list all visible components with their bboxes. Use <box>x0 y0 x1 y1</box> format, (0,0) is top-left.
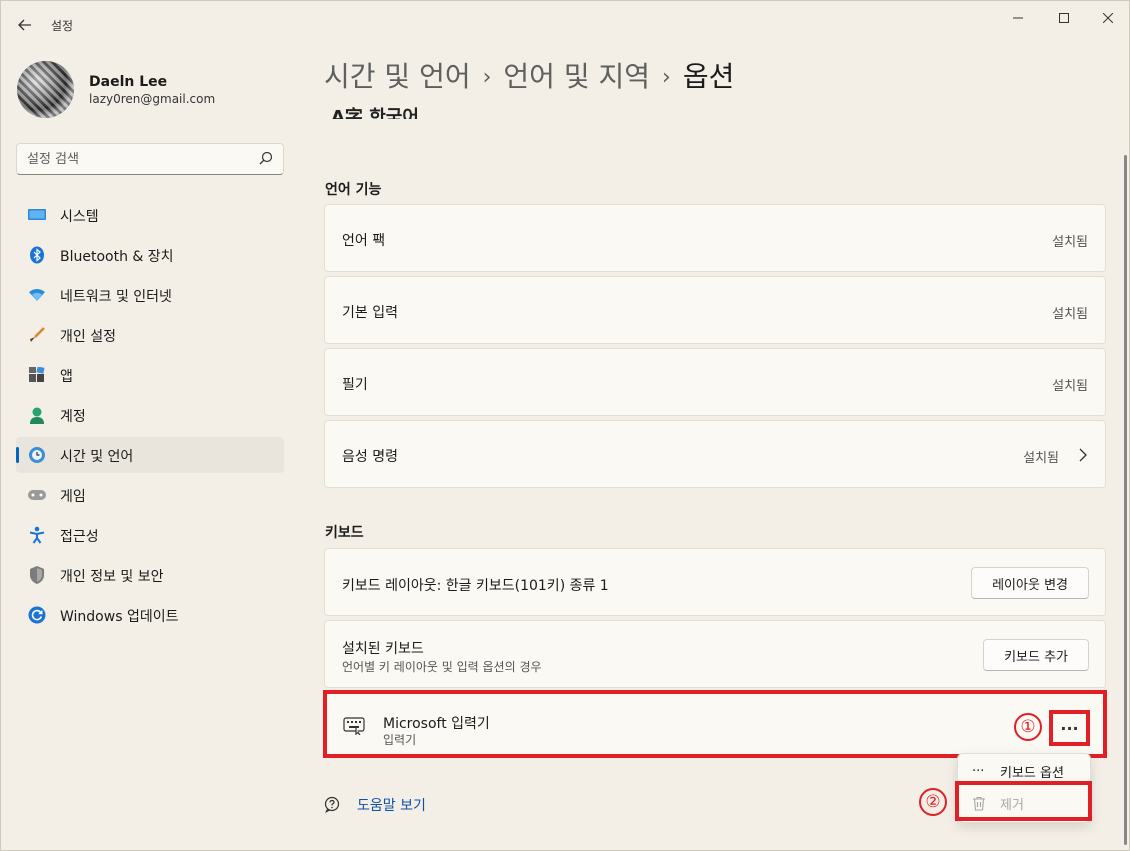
close-icon <box>1103 13 1113 23</box>
sidebar-item-label: 개인 정보 및 보안 <box>60 569 164 585</box>
language-header-text: A字 한국어 <box>331 107 419 119</box>
installed-keyboards-row: 설치된 키보드 언어별 키 레이아웃 및 입력 옵션의 경우 키보드 추가 <box>324 620 1106 688</box>
status-text: 설치됨 <box>1052 307 1088 322</box>
user-profile[interactable]: Daeln Lee lazy0ren@gmail.com <box>17 61 287 121</box>
more-button-highlight <box>1049 710 1090 746</box>
status-text: 설치됨 <box>1023 451 1059 466</box>
search-input[interactable] <box>27 144 247 174</box>
row-label: 언어 팩 <box>342 233 386 249</box>
sidebar-item-label: 계정 <box>60 409 86 425</box>
title-bar: 설정 <box>1 1 1129 49</box>
row-label: 필기 <box>342 377 368 393</box>
menu-item-label: 키보드 옵션 <box>1000 765 1064 781</box>
breadcrumb-separator: › <box>482 65 492 90</box>
keyboard-layout-label: 키보드 레이아웃: 한글 키보드(101키) 종류 1 <box>342 578 609 594</box>
sidebar-item-accounts[interactable]: 계정 <box>16 397 284 433</box>
gamepad-icon <box>28 486 46 504</box>
sidebar-item-label: 개인 설정 <box>60 329 116 345</box>
search-box <box>16 143 284 175</box>
basic-typing-row: 기본 입력 설치됨 <box>324 276 1106 344</box>
sidebar-item-label: 네트워크 및 인터넷 <box>60 289 172 305</box>
language-pack-row: 언어 팩 설치됨 <box>324 204 1106 272</box>
settings-window: 설정 Daeln Lee lazy0ren@gmail.com 시스템 Blue… <box>0 0 1130 851</box>
installed-keyboards-label: 설치된 키보드 <box>342 641 424 657</box>
sidebar-nav: 시스템 Bluetooth & 장치 네트워크 및 인터넷 개인 설정 앱 계정… <box>16 197 284 637</box>
status-text: 설치됨 <box>1052 235 1088 250</box>
sidebar-item-privacy[interactable]: 개인 정보 및 보안 <box>16 557 284 593</box>
apps-icon <box>28 366 46 384</box>
sidebar-item-personalization[interactable]: 개인 설정 <box>16 317 284 353</box>
minimize-button[interactable] <box>995 7 1041 29</box>
wifi-icon <box>28 286 46 304</box>
row-label: 음성 명령 <box>342 449 398 465</box>
step-number-1: ① <box>1014 713 1042 741</box>
sidebar-item-apps[interactable]: 앱 <box>16 357 284 393</box>
sidebar-item-accessibility[interactable]: 접근성 <box>16 517 284 553</box>
breadcrumb-time-language[interactable]: 시간 및 언어 <box>324 60 471 93</box>
minimize-icon <box>1013 17 1023 19</box>
accessibility-icon <box>28 526 46 544</box>
sidebar-item-system[interactable]: 시스템 <box>16 197 284 233</box>
sidebar-item-label: Windows 업데이트 <box>60 609 179 625</box>
sidebar-item-network[interactable]: 네트워크 및 인터넷 <box>16 277 284 313</box>
sidebar-item-time-language[interactable]: 시간 및 언어 <box>16 437 284 473</box>
maximize-icon <box>1059 13 1069 23</box>
status-text: 설치됨 <box>1052 379 1088 394</box>
back-arrow-icon <box>18 19 31 31</box>
maximize-button[interactable] <box>1041 7 1087 29</box>
brush-icon <box>28 326 46 344</box>
remove-item-highlight <box>955 781 1092 821</box>
ime-row-highlight <box>323 690 1107 758</box>
help-link-label: 도움말 보기 <box>357 798 426 814</box>
person-icon <box>28 406 46 424</box>
monitor-icon <box>28 206 46 224</box>
page-title: 옵션 <box>682 60 735 93</box>
handwriting-row: 필기 설치됨 <box>324 348 1106 416</box>
chevron-right-icon <box>1079 448 1087 462</box>
help-link[interactable]: 도움말 보기 <box>323 795 426 815</box>
sidebar-item-windows-update[interactable]: Windows 업데이트 <box>16 597 284 633</box>
language-header-cutoff: A字 한국어 <box>331 99 419 119</box>
change-layout-button[interactable]: 레이아웃 변경 <box>971 567 1089 599</box>
shield-icon <box>28 566 46 584</box>
sidebar-item-label: 시간 및 언어 <box>60 449 134 465</box>
sidebar-item-label: 접근성 <box>60 529 99 545</box>
keyboard-layout-row: 키보드 레이아웃: 한글 키보드(101키) 종류 1 레이아웃 변경 <box>324 548 1106 616</box>
sidebar-item-label: 시스템 <box>60 209 99 225</box>
avatar <box>17 61 74 118</box>
section-title-language-features: 언어 기능 <box>325 182 382 198</box>
breadcrumb: 시간 및 언어 › 언어 및 지역 › 옵션 <box>324 55 734 95</box>
sidebar-item-bluetooth[interactable]: Bluetooth & 장치 <box>16 237 284 273</box>
search-icon[interactable] <box>259 151 273 165</box>
globe-clock-icon <box>28 446 46 464</box>
help-icon <box>324 796 340 813</box>
sidebar-item-label: 게임 <box>60 489 86 505</box>
user-name: Daeln Lee <box>89 74 168 90</box>
sidebar-item-label: Bluetooth & 장치 <box>60 249 174 265</box>
sidebar-item-gaming[interactable]: 게임 <box>16 477 284 513</box>
app-title: 설정 <box>51 19 74 33</box>
installed-keyboards-sub: 언어별 키 레이아웃 및 입력 옵션의 경우 <box>342 660 542 674</box>
sidebar-item-label: 앱 <box>60 369 73 385</box>
row-label: 기본 입력 <box>342 305 398 321</box>
breadcrumb-language-region[interactable]: 언어 및 지역 <box>503 60 650 93</box>
speech-row[interactable]: 음성 명령 설치됨 <box>324 420 1106 488</box>
user-email: lazy0ren@gmail.com <box>89 92 216 106</box>
update-icon <box>28 606 46 624</box>
bluetooth-icon <box>28 246 46 264</box>
section-title-keyboard: 키보드 <box>325 525 364 541</box>
step-number-2: ② <box>919 788 947 816</box>
close-button[interactable] <box>1085 7 1130 29</box>
scrollbar[interactable] <box>1124 155 1127 845</box>
back-button[interactable] <box>13 13 37 37</box>
more-icon: ··· <box>972 763 985 779</box>
add-keyboard-button[interactable]: 키보드 추가 <box>983 639 1089 671</box>
breadcrumb-separator: › <box>662 65 671 90</box>
